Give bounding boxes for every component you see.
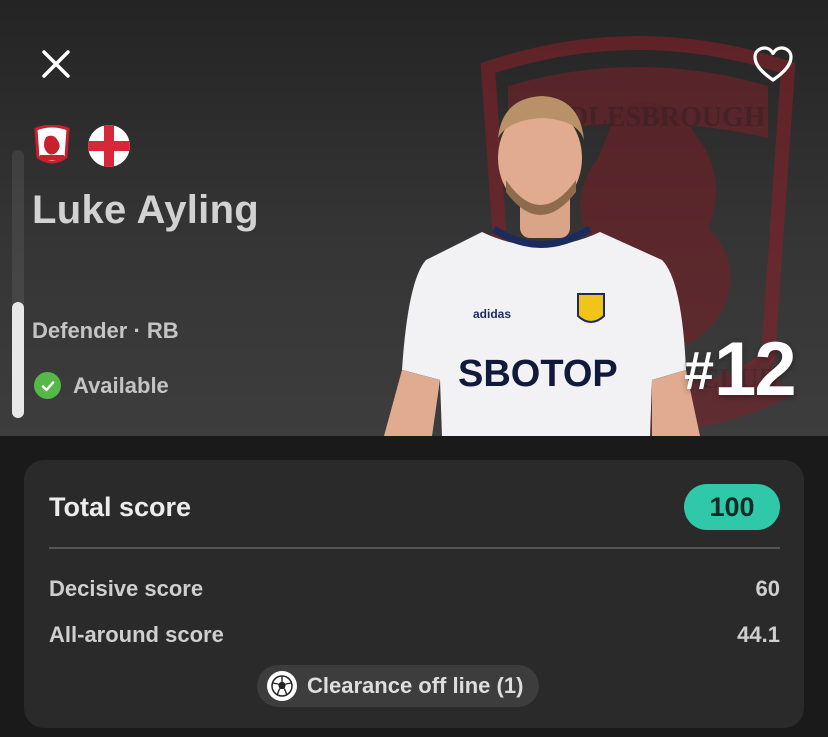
all-around-score-row: All-around score 44.1: [49, 622, 780, 648]
check-circle-icon: [34, 372, 61, 399]
close-button[interactable]: [30, 42, 82, 86]
england-flag-icon: [88, 125, 130, 167]
total-score-badge: 100: [684, 484, 780, 530]
jersey-number-hash: #: [684, 341, 714, 401]
close-icon: [42, 50, 70, 78]
kit-brand-text: adidas: [473, 307, 511, 321]
player-badges: [32, 125, 130, 167]
divider: [49, 547, 780, 549]
player-hero: MIDDLESBROUGH CLUB adidas SBOTOP Luke Ay…: [0, 0, 828, 436]
scrollbar-thumb[interactable]: [12, 302, 24, 418]
ball-icon: [267, 671, 297, 701]
all-around-score-label: All-around score: [49, 622, 224, 647]
middlesbrough-crest-icon: [34, 125, 70, 164]
shirt-sponsor-text: SBOTOP: [458, 353, 618, 395]
decisive-score-row: Decisive score 60: [49, 576, 780, 602]
heart-outline-icon: [753, 46, 793, 82]
jersey-number: #12: [684, 326, 797, 413]
score-card: Total score 100 Decisive score 60 All-ar…: [24, 460, 804, 728]
player-name: Luke Ayling: [32, 188, 260, 232]
player-position: Defender · RB: [32, 318, 179, 343]
all-around-score-value: 44.1: [737, 622, 780, 647]
total-score-label: Total score: [49, 492, 192, 522]
player-photo: adidas SBOTOP: [384, 96, 700, 436]
event-chip-label: Clearance off line (1): [307, 673, 524, 698]
decisive-score-value: 60: [755, 576, 780, 601]
event-chip-clearance[interactable]: Clearance off line (1): [257, 665, 540, 707]
availability-status: Available: [34, 372, 169, 399]
decisive-score-label: Decisive score: [49, 576, 204, 601]
favorite-button[interactable]: [746, 40, 800, 88]
availability-label: Available: [73, 372, 169, 398]
jersey-number-value: 12: [714, 327, 797, 412]
